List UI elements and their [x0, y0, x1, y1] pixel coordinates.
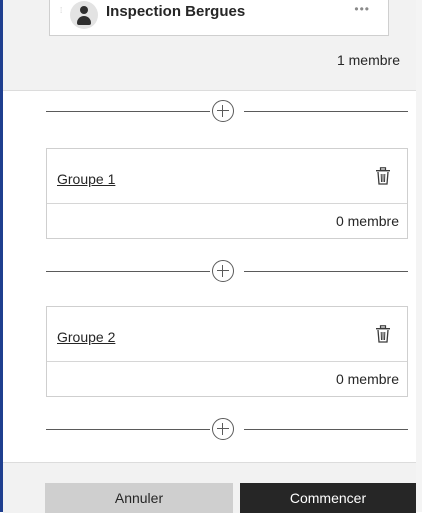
- group-name-link[interactable]: Groupe 1: [57, 171, 115, 187]
- scrollbar[interactable]: [416, 0, 422, 512]
- member-card[interactable]: ⁞ Inspection Bergues •••: [49, 0, 389, 36]
- member-count: 1 membre: [337, 52, 400, 68]
- group-member-count: 0 membre: [336, 213, 399, 229]
- user-icon: [70, 1, 98, 29]
- add-group-divider: [46, 260, 408, 282]
- start-button[interactable]: Commencer: [240, 483, 416, 513]
- member-name: Inspection Bergues: [106, 2, 245, 22]
- add-group-divider: [46, 418, 408, 440]
- group-card: Groupe 2 0 membre: [46, 306, 408, 397]
- plus-circle-icon[interactable]: [212, 260, 234, 282]
- add-group-divider: [46, 100, 408, 122]
- group-card: Groupe 1 0 membre: [46, 148, 408, 239]
- footer-actions: Annuler Commencer: [3, 462, 416, 513]
- group-member-count: 0 membre: [336, 371, 399, 387]
- group-name-link[interactable]: Groupe 2: [57, 329, 115, 345]
- plus-circle-icon[interactable]: [212, 418, 234, 440]
- group-header: Groupe 2: [47, 307, 407, 362]
- cancel-button[interactable]: Annuler: [45, 483, 233, 513]
- more-options-icon[interactable]: •••: [354, 2, 370, 16]
- trash-icon[interactable]: [375, 167, 391, 185]
- drag-handle-icon[interactable]: ⁞: [60, 8, 64, 14]
- group-header: Groupe 1: [47, 149, 407, 204]
- previous-group-section: ⁞ Inspection Bergues ••• 1 membre: [3, 0, 416, 91]
- trash-icon[interactable]: [375, 325, 391, 343]
- plus-circle-icon[interactable]: [212, 100, 234, 122]
